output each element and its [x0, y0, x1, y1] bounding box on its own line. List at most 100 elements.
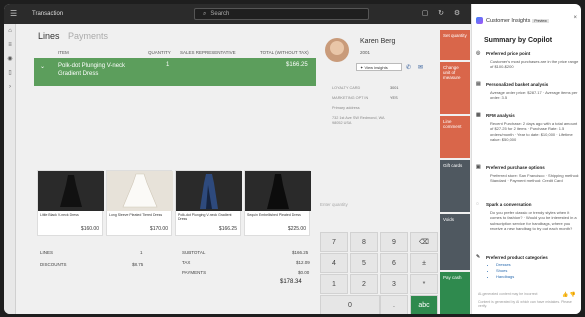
tile-line-comment[interactable]: Line comment: [440, 116, 470, 158]
decimal-key[interactable]: .: [380, 295, 408, 314]
column-header-total: TOTAL (WITHOUT TAX): [260, 50, 309, 55]
section-body: Do you prefer classic or trendy styles w…: [490, 210, 577, 232]
dress-icon: [60, 175, 82, 207]
section-product-categories: ✎ Preferred product categories Dresses Sh…: [476, 254, 580, 280]
chevron-down-icon[interactable]: ⌄: [40, 63, 45, 70]
lines-value: 1: [140, 250, 143, 255]
discounts-value: $8.75: [132, 262, 144, 267]
search-icon: ⌕: [203, 11, 207, 17]
tile-pay-cash[interactable]: Pay cash: [440, 272, 470, 314]
hamburger-menu-icon[interactable]: ☰: [10, 9, 20, 19]
product-name: Little Black V-neck Dress: [40, 213, 79, 217]
loyalty-label: LOYALTY CARD: [332, 86, 361, 90]
product-image: [107, 171, 173, 211]
column-header-item: ITEM: [58, 50, 69, 55]
rail-users-icon[interactable]: ◉: [4, 52, 16, 66]
section-rfm-analysis: ▦ RFM analysis Recent Purchase: 2 days ag…: [476, 112, 580, 143]
dress-icon: [122, 173, 158, 208]
preview-badge: Preview: [532, 18, 549, 23]
product-name: Long Sleeve Pleated Tiered Dress: [109, 213, 163, 217]
feedback-icons[interactable]: 👍 👎: [562, 292, 576, 298]
action-tiles: Set quantity Change unit of measure Line…: [440, 30, 470, 314]
table-row[interactable]: ⌄ Polk-dot Plunging V-neck Gradient Dres…: [34, 58, 316, 86]
category-handbags[interactable]: Handbags: [496, 274, 580, 280]
tile-gift-cards[interactable]: Gift cards: [440, 160, 470, 212]
multiply-key[interactable]: *: [410, 274, 438, 294]
search-placeholder: Search: [210, 11, 230, 17]
product-card[interactable]: Little Black V-neck Dress $160.00: [37, 170, 104, 236]
section-body: Average order price: $287.17 · Average i…: [490, 90, 578, 101]
totals-panel: LINES 1 DISCOUNTS $8.75 SUBTOTAL $166.25…: [34, 246, 316, 286]
left-rail: ⌂ ≡ ◉ ▯ ›: [4, 24, 16, 314]
email-icon[interactable]: ✉: [418, 64, 423, 71]
rail-list-icon[interactable]: ≡: [4, 38, 16, 52]
lines-label: LINES: [40, 250, 54, 255]
chat-bubble-icon: ◌: [476, 201, 479, 207]
product-price: $170.00: [149, 226, 168, 232]
customer-name: Karen Berg: [360, 38, 396, 45]
search-input[interactable]: ⌕ Search: [194, 8, 369, 20]
key-7[interactable]: 7: [320, 232, 348, 252]
ai-note-text: AI-generated content may be incorrect: [478, 292, 538, 296]
phone-icon[interactable]: ✆: [406, 64, 411, 71]
plus-minus-key[interactable]: ±: [410, 253, 438, 273]
customer-id: 2001: [360, 50, 371, 55]
tax-label: TAX: [182, 260, 191, 265]
key-3[interactable]: 3: [380, 274, 408, 294]
section-title: Personalized basket analysis: [486, 82, 549, 87]
tax-value: $12.09: [296, 260, 310, 265]
tile-change-unit[interactable]: Change unit of measure: [440, 62, 470, 114]
key-0[interactable]: 0: [320, 295, 380, 314]
copilot-summary-title: Summary by Copilot: [484, 37, 553, 44]
payments-value: $0.00: [298, 270, 310, 275]
key-6[interactable]: 6: [380, 253, 408, 273]
lines-table-header: ITEM QUANTITY SALES REPRESENTATIVE TOTAL…: [34, 48, 316, 57]
marketing-value: YES: [390, 96, 398, 100]
product-name: Polk-dot Plunging V-neck Gradient Dress: [178, 213, 232, 221]
category-icon: ✎: [476, 254, 481, 260]
abc-key[interactable]: abc: [410, 295, 438, 314]
avatar: [325, 38, 349, 62]
tab-payments[interactable]: Payments: [68, 31, 108, 41]
view-insights-button[interactable]: ✦ View insights: [356, 63, 402, 71]
amount-due-value: $178.34: [280, 279, 302, 285]
key-2[interactable]: 2: [350, 274, 378, 294]
dress-icon: [200, 174, 218, 209]
key-4[interactable]: 4: [320, 253, 348, 273]
dress-icon: [267, 174, 289, 209]
rail-more-icon[interactable]: ›: [4, 80, 16, 94]
rail-doc-icon[interactable]: ▯: [4, 66, 16, 80]
product-card[interactable]: Sequin Embellished Pleated Dress $225.00: [244, 170, 311, 236]
product-price: $225.00: [287, 226, 306, 232]
section-title: Preferred product categories: [486, 255, 548, 260]
key-1[interactable]: 1: [320, 274, 348, 294]
rail-home-icon[interactable]: ⌂: [4, 24, 16, 38]
transaction-tabs: Lines Payments: [38, 31, 108, 41]
product-image: [176, 171, 242, 211]
product-card[interactable]: Polk-dot Plunging V-neck Gradient Dress …: [175, 170, 242, 236]
refresh-icon[interactable]: ↻: [436, 9, 446, 19]
tab-lines[interactable]: Lines: [38, 31, 60, 41]
tile-voids[interactable]: Voids: [440, 214, 470, 270]
chat-icon[interactable]: ▢: [420, 9, 430, 19]
category-list: Dresses Shoes Handbags: [476, 262, 580, 280]
quantity-input[interactable]: Enter quantity: [320, 202, 434, 212]
section-body: Recent Purchase: 2 days ago with a total…: [490, 121, 578, 143]
backspace-key[interactable]: ⌫: [410, 232, 438, 252]
product-card[interactable]: Long Sleeve Pleated Tiered Dress $170.00: [106, 170, 173, 236]
close-icon[interactable]: ×: [573, 15, 577, 21]
ai-disclaimer: AI-generated content may be incorrect 👍 …: [478, 292, 576, 298]
settings-icon[interactable]: ⚙: [452, 9, 462, 19]
copilot-header-title: Customer Insights: [486, 17, 531, 24]
section-basket-analysis: ▤ Personalized basket analysis Average or…: [476, 81, 580, 101]
tag-icon: ◎: [476, 50, 481, 56]
address-label: Primary address: [332, 106, 360, 110]
key-9[interactable]: 9: [380, 232, 408, 252]
key-5[interactable]: 5: [350, 253, 378, 273]
tile-set-quantity[interactable]: Set quantity: [440, 30, 470, 60]
key-8[interactable]: 8: [350, 232, 378, 252]
section-price-point: ◎ Preferred price point Customer's most p…: [476, 50, 580, 70]
app-title: Transaction: [32, 11, 64, 17]
copilot-logo-icon: [476, 17, 483, 24]
customer-card: Karen Berg 2001 ✦ View insights ✆ ✉ LOYA…: [320, 30, 434, 210]
